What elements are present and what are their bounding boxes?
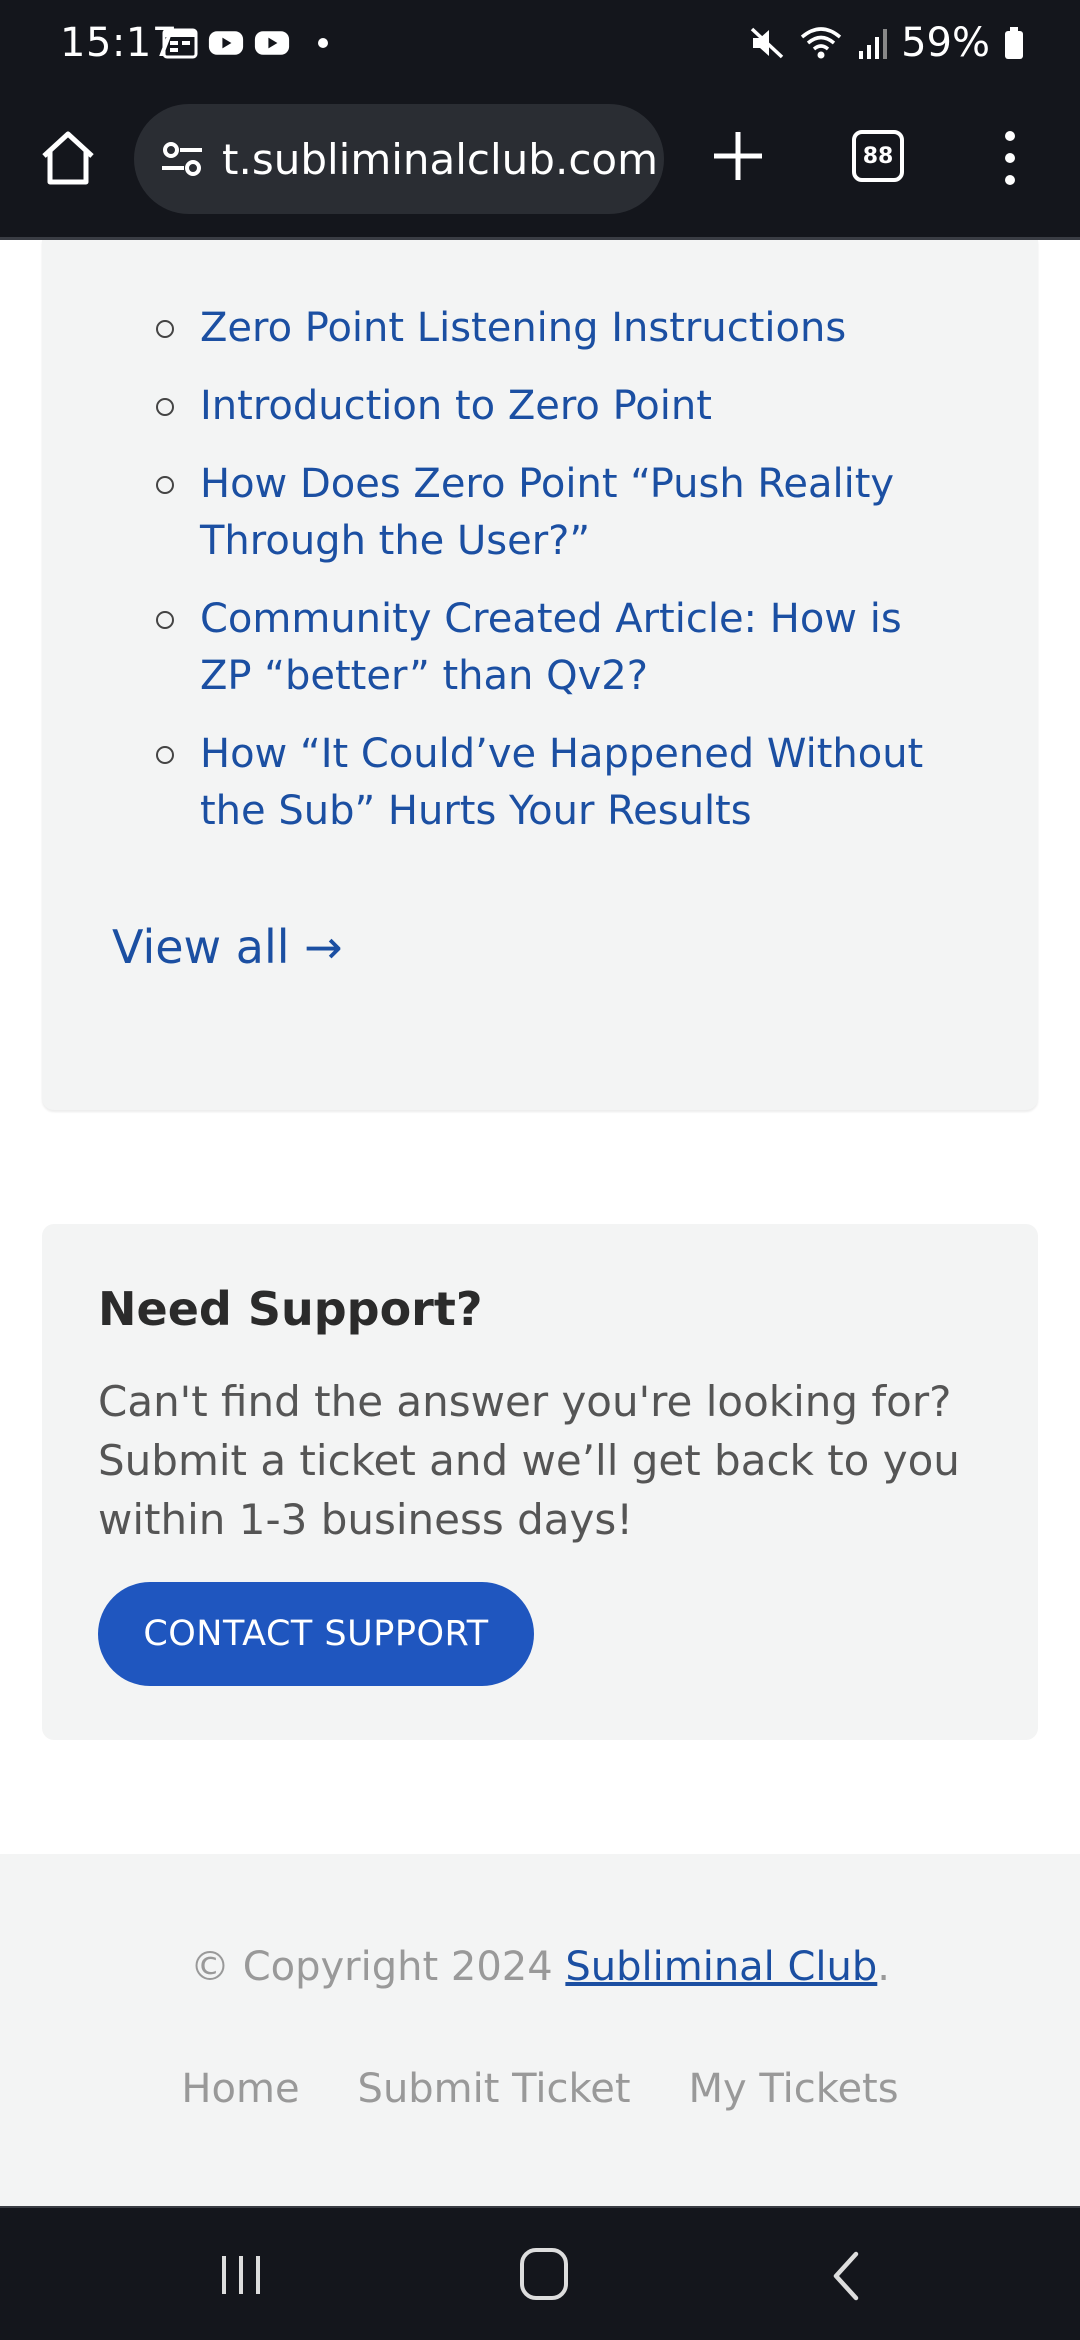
copyright-prefix: © Copyright 2024 (189, 1944, 566, 1990)
status-time: 15:17 (60, 20, 178, 66)
system-nav-bar (0, 2206, 1080, 2340)
article-link[interactable]: How Does Zero Point “Push Reality Throug… (156, 456, 940, 570)
article-link[interactable]: Introduction to Zero Point (156, 378, 940, 435)
support-description: Can't find the answer you're looking for… (98, 1377, 960, 1544)
view-all-link[interactable]: View all → (112, 920, 343, 974)
article-link[interactable]: Zero Point Listening Instructions (156, 300, 940, 357)
site-settings-icon[interactable] (158, 135, 206, 183)
signal-icon (859, 29, 888, 59)
calendar-icon (162, 28, 198, 59)
article-link[interactable]: How “It Could’ve Happened Without the Su… (156, 726, 940, 840)
more-menu-icon[interactable] (996, 128, 1024, 188)
youtube-icon (254, 31, 290, 55)
status-bar: 15:17 59% (0, 0, 1080, 88)
back-icon[interactable] (826, 2250, 866, 2302)
home-nav-icon[interactable] (520, 2248, 568, 2300)
tabs-icon[interactable]: 88 (852, 130, 904, 182)
recent-apps-icon[interactable] (218, 2252, 264, 2298)
footer-nav: Home Submit Ticket My Tickets (0, 2066, 1080, 2112)
battery-percent: 59% (901, 20, 990, 66)
copyright: © Copyright 2024 Subliminal Club. (0, 1944, 1080, 1990)
footer-link-submit-ticket[interactable]: Submit Ticket (358, 2066, 631, 2112)
notification-dot (318, 38, 328, 48)
brand-link[interactable]: Subliminal Club (565, 1944, 877, 1990)
tab-count: 88 (862, 143, 894, 169)
support-heading: Need Support? (98, 1282, 483, 1336)
mute-icon (750, 27, 784, 59)
footer: © Copyright 2024 Subliminal Club. Home S… (0, 1854, 1080, 2206)
home-icon[interactable] (36, 126, 100, 190)
footer-link-my-tickets[interactable]: My Tickets (689, 2066, 899, 2112)
youtube-icon (208, 31, 244, 55)
footer-link-home[interactable]: Home (181, 2066, 299, 2112)
notification-icons (162, 27, 328, 59)
wifi-icon (800, 27, 842, 59)
address-bar[interactable]: t.subliminalclub.com (134, 104, 664, 214)
article-link[interactable]: Community Created Article: How is ZP “be… (156, 591, 940, 705)
contact-support-button[interactable]: CONTACT SUPPORT (98, 1582, 534, 1686)
new-tab-icon[interactable] (708, 126, 768, 186)
copyright-suffix: . (877, 1944, 891, 1990)
browser-toolbar: t.subliminalclub.com 88 (0, 88, 1080, 240)
system-status: 59% (749, 20, 1024, 66)
battery-icon (1005, 27, 1023, 59)
article-list: Zero Point Listening Instructions Introd… (156, 300, 940, 861)
url-text[interactable]: t.subliminalclub.com (222, 135, 658, 184)
support-card: Need Support? Can't find the answer you'… (42, 1224, 1038, 1740)
